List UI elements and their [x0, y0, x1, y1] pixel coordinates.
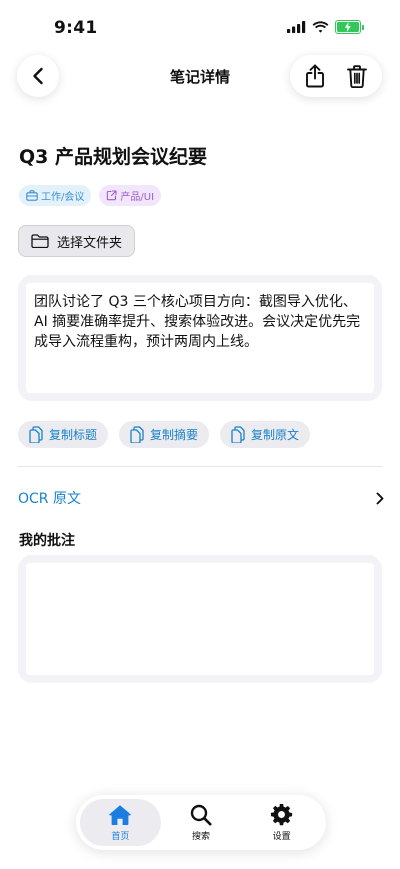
select-folder-button[interactable]: 选择文件夹 [18, 225, 136, 257]
battery-icon [335, 20, 364, 34]
divider [18, 466, 382, 467]
tag-label: 产品/UI [120, 192, 155, 203]
tag-product-ui[interactable]: 产品/UI [99, 185, 162, 206]
status-icons [287, 20, 364, 34]
ocr-original-label: OCR 原文 [18, 491, 81, 507]
trash-icon [347, 64, 367, 88]
nav-bar: 笔记详情 [0, 52, 400, 102]
copy-summary-button[interactable]: 复制摘要 [119, 421, 210, 448]
annotation-input[interactable] [26, 563, 374, 675]
tab-search[interactable]: 搜索 [161, 799, 242, 846]
tag-list: 工作/会议 产品/UI [19, 185, 162, 206]
tab-bar: 首页 搜索 设置 [76, 795, 326, 850]
summary-text[interactable]: 团队讨论了 Q3 三个核心项目方向：截图导入优化、AI 摘要准确率提升、搜索体验… [26, 283, 374, 393]
external-link-icon [107, 190, 117, 201]
nav-actions [290, 55, 382, 97]
tab-label: 设置 [272, 832, 291, 842]
folder-icon [31, 234, 49, 248]
select-folder-label: 选择文件夹 [57, 235, 123, 251]
annotation-card [18, 555, 382, 683]
annotation-label: 我的批注 [19, 533, 75, 549]
copy-actions: 复制标题 复制摘要 复制原文 [18, 421, 311, 448]
tab-label: 搜索 [192, 831, 211, 842]
note-title: Q3 产品规划会议纪要 [19, 146, 207, 168]
share-icon [306, 64, 324, 88]
summary-card: 团队讨论了 Q3 三个核心项目方向：截图导入优化、AI 摘要准确率提升、搜索体验… [18, 275, 382, 401]
tab-settings[interactable]: 设置 [241, 799, 322, 846]
status-time: 9:41 [54, 18, 98, 38]
tab-label: 首页 [111, 831, 130, 842]
wifi-icon [312, 21, 329, 33]
share-button[interactable] [297, 58, 333, 94]
home-icon [109, 804, 132, 825]
gear-icon [271, 803, 293, 826]
copy-icon [29, 426, 43, 443]
briefcase-icon [26, 190, 38, 201]
ocr-original-row[interactable]: OCR 原文 [18, 482, 384, 514]
copy-title-label: 复制标题 [49, 428, 98, 442]
tag-label: 工作/会议 [41, 192, 85, 203]
copy-title-button[interactable]: 复制标题 [18, 421, 109, 448]
copy-summary-label: 复制摘要 [150, 428, 199, 442]
copy-original-button[interactable]: 复制原文 [220, 421, 311, 448]
copy-icon [231, 426, 245, 443]
copy-icon [130, 426, 144, 443]
delete-button[interactable] [339, 58, 375, 94]
chevron-right-icon [376, 492, 384, 504]
tab-home[interactable]: 首页 [80, 799, 161, 846]
cellular-signal-icon [287, 21, 306, 33]
search-icon [190, 804, 212, 825]
copy-original-label: 复制原文 [251, 428, 300, 442]
tag-work-meeting[interactable]: 工作/会议 [19, 185, 92, 206]
status-bar: 9:41 [0, 0, 400, 56]
